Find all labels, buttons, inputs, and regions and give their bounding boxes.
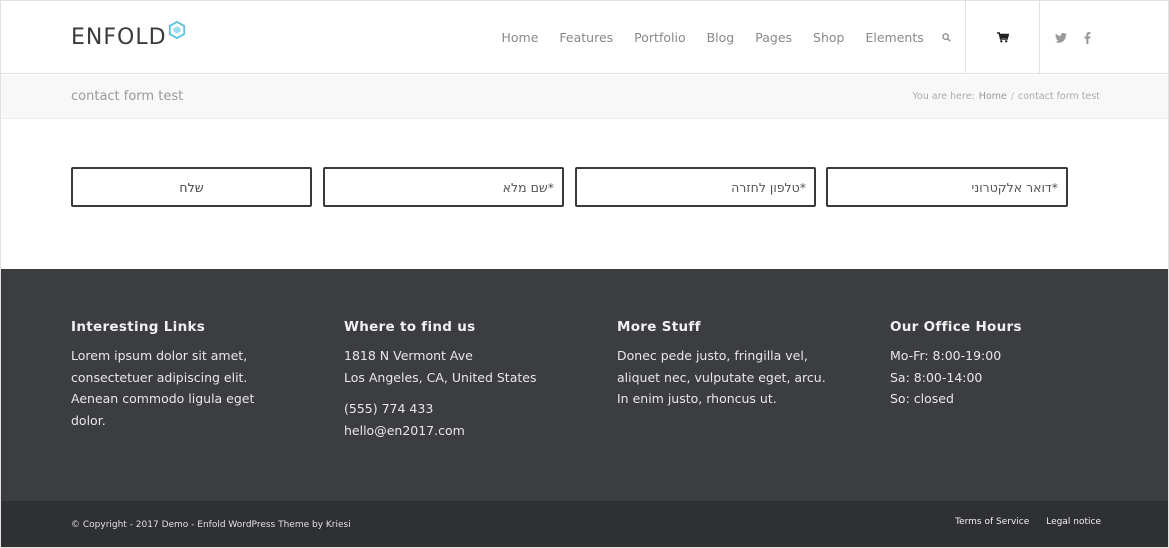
footer-column-hours: Our Office Hours Mo-Fr: 8:00-19:00 Sa: 8… bbox=[890, 319, 1130, 410]
full-name-field[interactable] bbox=[325, 169, 562, 205]
site-header: ENFOLD Home Features Portfolio Blog Page… bbox=[1, 1, 1168, 74]
breadcrumb-prefix: You are here: bbox=[912, 91, 975, 102]
phone-field-wrapper bbox=[575, 167, 816, 207]
footer-hours-line: Sa: 8:00-14:00 bbox=[890, 369, 983, 385]
cart-icon[interactable] bbox=[965, 1, 1040, 74]
footer-heading: Where to find us bbox=[344, 319, 476, 335]
hexagon-logo-icon bbox=[168, 21, 185, 39]
breadcrumb: You are here: Home / contact form test bbox=[912, 91, 1100, 102]
nav-item-portfolio[interactable]: Portfolio bbox=[624, 1, 696, 74]
footer-column-location: Where to find us 1818 N Vermont Ave Los … bbox=[344, 319, 584, 441]
socket-links: Terms of Service Legal notice bbox=[955, 517, 1101, 527]
main-nav: Home Features Portfolio Blog Pages Shop … bbox=[491, 1, 958, 74]
nav-item-elements[interactable]: Elements bbox=[855, 1, 934, 74]
footer-heading: Our Office Hours bbox=[890, 319, 1022, 335]
nav-item-blog[interactable]: Blog bbox=[696, 1, 745, 74]
nav-item-shop[interactable]: Shop bbox=[803, 1, 855, 74]
footer-address-line: 1818 N Vermont Ave bbox=[344, 348, 473, 363]
facebook-icon[interactable] bbox=[1080, 31, 1094, 45]
logo-text: ENFOLD bbox=[71, 25, 167, 50]
nav-item-features[interactable]: Features bbox=[549, 1, 624, 74]
footer-socket: © Copyright - 2017 Demo - Enfold WordPre… bbox=[1, 501, 1168, 547]
footer-text: Lorem ipsum dolor sit amet, consectetuer… bbox=[71, 348, 255, 428]
footer-heading: Interesting Links bbox=[71, 319, 206, 335]
full-name-field-wrapper bbox=[323, 167, 564, 207]
footer-column-more: More Stuff Donec pede justo, fringilla v… bbox=[617, 319, 827, 410]
footer-heading: More Stuff bbox=[617, 319, 701, 335]
social-links bbox=[1054, 1, 1094, 74]
email-field-wrapper bbox=[826, 167, 1068, 207]
email-field[interactable] bbox=[828, 169, 1066, 205]
contact-form: שלח bbox=[71, 167, 1069, 207]
footer-text: Donec pede justo, fringilla vel, aliquet… bbox=[617, 348, 826, 406]
footer-address-line: Los Angeles, CA, United States bbox=[344, 369, 537, 385]
footer-column-links: Interesting Links Lorem ipsum dolor sit … bbox=[71, 319, 271, 431]
phone-field[interactable] bbox=[577, 169, 814, 205]
breadcrumb-current: contact form test bbox=[1018, 91, 1100, 102]
title-bar: contact form test You are here: Home / c… bbox=[1, 75, 1168, 119]
nav-item-home[interactable]: Home bbox=[491, 1, 549, 74]
footer-hours-line: So: closed bbox=[890, 391, 954, 406]
site-footer: Interesting Links Lorem ipsum dolor sit … bbox=[1, 269, 1168, 501]
terms-of-service-link[interactable]: Terms of Service bbox=[955, 517, 1029, 527]
page-title[interactable]: contact form test bbox=[71, 89, 183, 104]
twitter-icon[interactable] bbox=[1054, 31, 1068, 45]
legal-notice-link[interactable]: Legal notice bbox=[1046, 517, 1101, 527]
nav-item-pages[interactable]: Pages bbox=[745, 1, 803, 74]
submit-button[interactable]: שלח bbox=[71, 167, 312, 207]
site-logo[interactable]: ENFOLD bbox=[71, 21, 186, 53]
footer-phone: (555) 774 433 bbox=[344, 401, 434, 416]
copyright-text: © Copyright - 2017 Demo - Enfold WordPre… bbox=[71, 520, 351, 530]
breadcrumb-separator: / bbox=[1010, 91, 1015, 102]
footer-hours-line: Mo-Fr: 8:00-19:00 bbox=[890, 348, 1002, 363]
search-icon[interactable] bbox=[934, 1, 958, 74]
footer-email-link[interactable]: hello@en2017.com bbox=[344, 420, 584, 442]
breadcrumb-home-link[interactable]: Home bbox=[979, 91, 1007, 102]
